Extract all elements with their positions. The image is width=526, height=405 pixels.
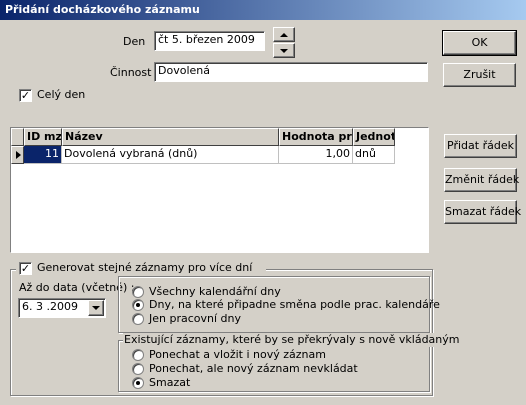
col-header-id[interactable]: ID mz — [24, 128, 62, 146]
radio-all-days-label: Všechny kalendářní dny — [149, 285, 281, 298]
cely-den-checkbox[interactable]: ✓ — [19, 89, 32, 102]
den-field[interactable]: čt 5. březen 2009 — [154, 31, 265, 51]
den-label: Den — [123, 35, 146, 48]
arrow-down-icon — [280, 49, 288, 53]
row-indicator-header — [11, 128, 24, 146]
radio-keep-no-insert-label: Ponechat, ale nový záznam nevkládat — [149, 362, 358, 375]
cely-den-label: Celý den — [37, 88, 86, 101]
radio-shift-days-label: Dny, na které připadne směna podle prac.… — [149, 298, 440, 311]
window-title: Přidání docházkového záznamu — [5, 3, 200, 16]
cinnost-field[interactable]: Dovolená — [154, 62, 428, 82]
check-icon: ✓ — [20, 89, 31, 102]
col-header-name[interactable]: Název — [62, 128, 279, 146]
radio-keep-and-insert[interactable] — [132, 349, 144, 361]
radio-work-days[interactable] — [132, 313, 144, 325]
cinnost-label: Činnost — [110, 66, 152, 79]
date-down-button[interactable] — [273, 43, 295, 58]
until-date-dropdown-button[interactable] — [88, 300, 104, 316]
cancel-button[interactable]: Zrušit — [443, 63, 516, 87]
col-header-unit[interactable]: Jednot — [353, 128, 395, 146]
radio-selected-icon — [136, 381, 140, 385]
table-cell-id[interactable]: 11 — [24, 146, 62, 164]
radio-keep-and-insert-label: Ponechat a vložit i nový záznam — [149, 348, 326, 361]
arrow-up-icon — [280, 33, 288, 37]
chevron-down-icon — [92, 306, 100, 310]
check-icon: ✓ — [20, 262, 31, 275]
radio-shift-days[interactable] — [132, 299, 144, 311]
generate-checkbox[interactable]: ✓ — [19, 262, 32, 275]
generate-label: Generovat stejné záznamy pro více dní — [37, 261, 253, 274]
current-row-icon — [16, 151, 21, 159]
title-bar: Přidání docházkového záznamu — [0, 0, 526, 20]
date-up-button[interactable] — [273, 27, 295, 42]
radio-work-days-label: Jen pracovní dny — [149, 312, 242, 325]
edit-row-button[interactable]: Změnit řádek — [444, 168, 519, 192]
radio-all-days[interactable] — [132, 286, 144, 298]
table-cell-value[interactable]: 1,00 — [279, 146, 353, 164]
until-date-value: 6. 3 .2009 — [22, 300, 78, 313]
radio-delete-label: Smazat — [149, 376, 191, 389]
radio-keep-no-insert[interactable] — [132, 363, 144, 375]
col-header-value[interactable]: Hodnota pro — [279, 128, 353, 146]
ok-button[interactable]: OK — [442, 30, 517, 56]
table-cell-name[interactable]: Dovolená vybraná (dnů) — [62, 146, 279, 164]
records-table[interactable]: ID mz Název Hodnota pro Jednot 11 Dovole… — [10, 127, 429, 253]
existing-records-label: Existující záznamy, které by se překrýva… — [123, 333, 461, 347]
delete-row-button[interactable]: Smazat řádek — [444, 200, 521, 224]
radio-delete[interactable] — [132, 377, 144, 389]
add-row-button[interactable]: Přidat řádek — [444, 134, 517, 158]
radio-selected-icon — [136, 303, 140, 307]
row-indicator[interactable] — [11, 146, 24, 164]
table-cell-unit[interactable]: dnů — [353, 146, 395, 164]
